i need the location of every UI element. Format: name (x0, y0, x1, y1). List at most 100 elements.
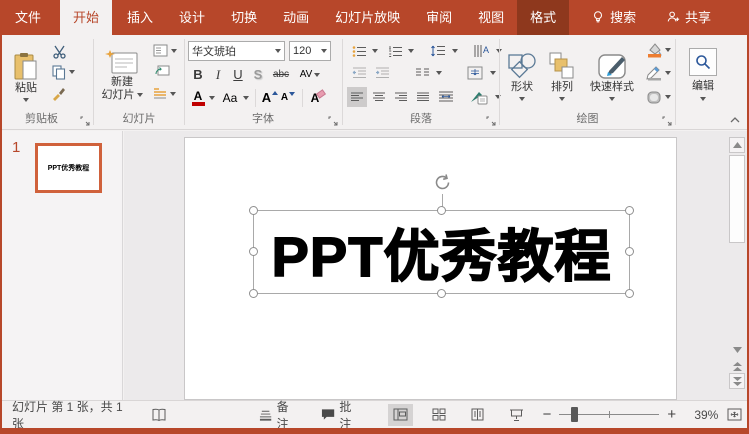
quick-styles-button[interactable]: 快速样式 (584, 40, 640, 112)
slide-editing-surface[interactable]: PPT优秀教程 (184, 137, 677, 400)
vertical-scrollbar[interactable] (729, 137, 745, 390)
reset-button[interactable] (152, 62, 172, 79)
cut-button[interactable] (49, 42, 69, 60)
share-button[interactable]: 共享 (658, 0, 719, 35)
align-right-button[interactable] (391, 87, 411, 107)
spell-check-button[interactable] (147, 401, 171, 428)
zoom-out-button[interactable]: − (543, 406, 552, 423)
shape-effects-caret (664, 95, 671, 99)
arrange-button[interactable]: 排列 (544, 40, 580, 112)
zoom-percentage[interactable]: 39% (686, 408, 718, 422)
clear-formatting-button[interactable]: A (308, 88, 328, 107)
align-text-button[interactable] (463, 64, 487, 82)
drawing-dialog-launcher[interactable] (662, 116, 672, 126)
tab-design[interactable]: 设计 (166, 0, 218, 35)
tab-review[interactable]: 审阅 (413, 0, 465, 35)
rotate-handle-icon[interactable] (433, 173, 452, 192)
bold-button[interactable]: B (189, 65, 207, 84)
font-size-combo[interactable]: 120 (289, 41, 331, 61)
search-button[interactable]: 搜索 (583, 0, 644, 35)
columns-button[interactable] (411, 64, 433, 82)
resize-handle-w[interactable] (249, 247, 258, 256)
slideshow-view-button[interactable] (504, 404, 529, 426)
comments-button[interactable]: 批注 (317, 400, 366, 431)
wordart-textbox[interactable]: PPT优秀教程 (249, 174, 634, 298)
numbering-button[interactable] (385, 42, 405, 60)
resize-handle-e[interactable] (625, 247, 634, 256)
shape-fill-button[interactable] (644, 40, 672, 60)
character-spacing-glyph: AV (299, 69, 313, 80)
zoom-slider-thumb[interactable] (571, 407, 579, 422)
font-dialog-launcher[interactable] (328, 116, 338, 126)
copy-button[interactable] (47, 63, 79, 81)
character-spacing-button[interactable]: AV (295, 65, 325, 84)
underline-button[interactable]: U (229, 65, 247, 84)
resize-handle-nw[interactable] (249, 206, 258, 215)
change-case-button[interactable]: Aa (219, 88, 241, 107)
editing-button[interactable]: 编辑 (682, 41, 724, 107)
tab-home[interactable]: 开始 (60, 0, 113, 35)
tab-file[interactable]: 文件 (2, 0, 54, 35)
font-name-combo[interactable]: 华文琥珀 (188, 41, 285, 61)
wordart-text: PPT优秀教程 (271, 224, 612, 289)
shapes-button[interactable]: 形状 (504, 40, 540, 112)
resize-handle-sw[interactable] (249, 289, 258, 298)
next-slide-button[interactable] (729, 373, 745, 389)
shrink-font-button[interactable]: A (279, 88, 297, 107)
format-painter-button[interactable] (48, 85, 68, 103)
slide-indicator[interactable]: 幻灯片 第 1 张，共 1 张 (8, 400, 135, 431)
grow-font-button[interactable]: A (261, 88, 279, 107)
clipboard-dialog-launcher[interactable] (80, 116, 90, 126)
drawing-group-label: 绘图 (576, 113, 599, 125)
new-slide-button[interactable]: 新建 幻灯片 (98, 40, 146, 112)
text-direction-button[interactable]: A (469, 42, 493, 60)
resize-handle-se[interactable] (625, 289, 634, 298)
decrease-indent-button[interactable] (349, 64, 369, 82)
titlebar: 文件 开始 插入 设计 切换 动画 幻灯片放映 审阅 视图 格式 搜索 共享 (2, 0, 747, 35)
paste-button[interactable]: 粘贴 (8, 41, 44, 113)
align-center-button[interactable] (369, 87, 389, 107)
line-spacing-button[interactable] (427, 42, 449, 60)
convert-smartart-button[interactable] (465, 87, 493, 107)
group-slides: 新建 幻灯片 幻灯片 (94, 35, 184, 129)
text-shadow-button[interactable]: S (249, 65, 267, 84)
zoom-in-button[interactable]: + (667, 406, 676, 423)
shape-effects-button[interactable] (644, 87, 672, 107)
tab-insert[interactable]: 插入 (114, 0, 166, 35)
justify-button[interactable] (413, 87, 433, 107)
slide-sorter-view-button[interactable] (427, 404, 452, 426)
distributed-button[interactable] (435, 87, 457, 107)
zoom-slider-track[interactable] (559, 407, 660, 422)
bullets-button[interactable] (349, 42, 369, 60)
scrollbar-thumb[interactable] (729, 155, 745, 243)
tab-slideshow[interactable]: 幻灯片放映 (322, 0, 413, 35)
zoom-slider-tick (609, 411, 611, 418)
paragraph-dialog-launcher[interactable] (486, 116, 496, 126)
scroll-up-button[interactable] (729, 137, 745, 153)
strikethrough-button[interactable]: abc (269, 65, 293, 84)
tab-transitions[interactable]: 切换 (218, 0, 270, 35)
bullets-icon (352, 45, 366, 57)
tab-format[interactable]: 格式 (517, 0, 570, 35)
notes-button[interactable]: 备注 (255, 400, 303, 431)
tab-animations[interactable]: 动画 (270, 0, 322, 35)
normal-view-button[interactable] (388, 403, 413, 426)
reading-view-button[interactable] (465, 404, 490, 426)
resize-handle-ne[interactable] (625, 206, 634, 215)
slide-thumbnail[interactable]: PPT优秀教程 (35, 143, 102, 193)
collapse-ribbon-button[interactable] (729, 115, 741, 124)
shape-outline-button[interactable] (644, 63, 672, 83)
resize-handle-n[interactable] (436, 206, 446, 215)
font-group-label: 字体 (252, 113, 274, 125)
align-left-button[interactable] (347, 87, 367, 107)
tab-view[interactable]: 视图 (465, 0, 517, 35)
font-color-button[interactable]: A (189, 88, 207, 107)
fit-to-window-button[interactable] (722, 404, 747, 426)
notes-icon (260, 410, 272, 421)
increase-indent-button[interactable] (372, 64, 392, 82)
italic-button[interactable]: I (209, 65, 227, 84)
resize-handle-s[interactable] (436, 289, 446, 298)
scroll-down-button[interactable] (729, 342, 745, 358)
section-button[interactable] (148, 85, 180, 102)
layout-button[interactable] (150, 42, 180, 59)
